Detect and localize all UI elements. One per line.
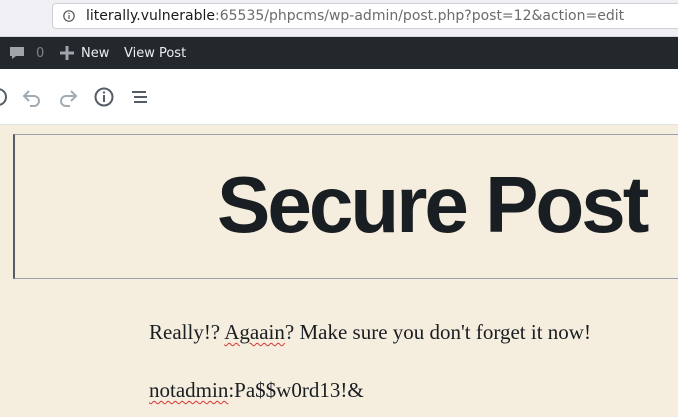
admin-bar: 0 New View Post [0, 37, 678, 69]
comments-count: 0 [36, 45, 45, 61]
view-post-link[interactable]: View Post [124, 37, 186, 69]
redo-icon[interactable] [56, 85, 80, 109]
url-path: :65535/phpcms/wp-admin/post.php?post=12&… [215, 8, 625, 24]
paragraph-block[interactable]: Really!? Agaain? Make sure you don't for… [149, 319, 591, 345]
view-post-label: View Post [124, 45, 187, 61]
block-navigation-icon[interactable] [128, 85, 152, 109]
browser-address-bar: literally.vulnerable:65535/phpcms/wp-adm… [0, 0, 678, 37]
url-field[interactable]: literally.vulnerable:65535/phpcms/wp-adm… [52, 3, 678, 29]
paragraph-text: Really!? [149, 320, 225, 344]
new-label: New [81, 45, 110, 61]
misspelled-word: notadmin [149, 378, 229, 402]
undo-icon[interactable] [20, 85, 44, 109]
paragraph-block[interactable]: notadmin:Pa$$w0rd13!& [149, 377, 364, 403]
paragraph-text: ? Make sure you don't forget it now! [284, 320, 591, 344]
new-content-link[interactable]: New [60, 37, 109, 69]
comments-link[interactable]: 0 [8, 37, 44, 69]
post-title[interactable]: Secure Post [217, 157, 649, 253]
paragraph-text: :Pa$$w0rd13!& [228, 378, 364, 402]
site-info-icon[interactable] [63, 10, 75, 22]
plus-icon [60, 46, 74, 60]
title-block[interactable]: Secure Post [13, 134, 678, 279]
url-text: literally.vulnerable:65535/phpcms/wp-adm… [86, 8, 624, 24]
editor-toolbar [0, 69, 678, 125]
url-host: literally.vulnerable [86, 8, 215, 24]
misspelled-word: Agaain [224, 320, 285, 344]
comment-bubble-icon [10, 47, 24, 59]
add-block-icon[interactable] [0, 85, 10, 109]
content-info-icon[interactable] [92, 85, 116, 109]
